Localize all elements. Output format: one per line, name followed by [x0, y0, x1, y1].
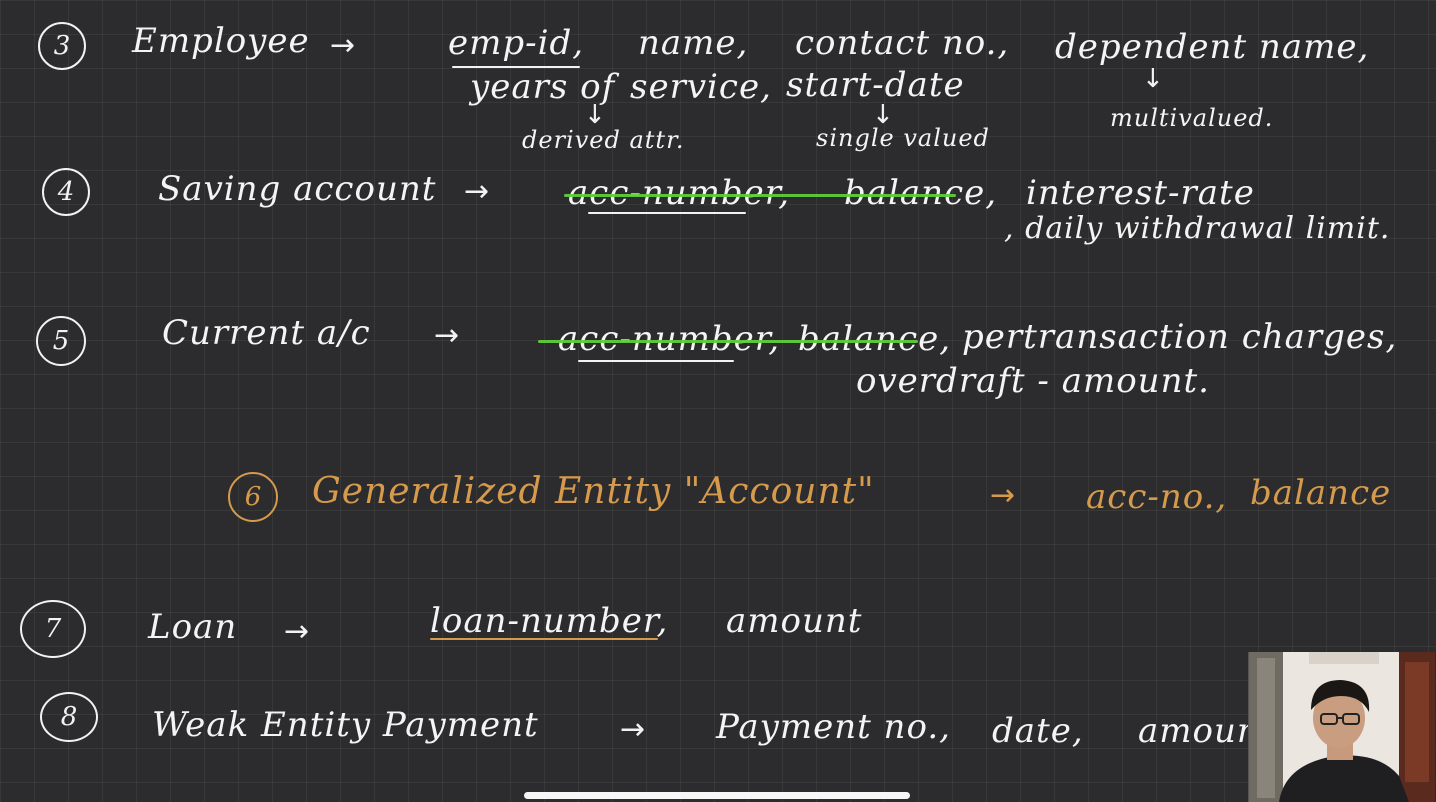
attr-name: name, [638, 23, 749, 63]
attr-contact-no: contact no., [795, 23, 1010, 63]
attr-acc-number: acc-number, [568, 173, 791, 213]
green-strikethrough [564, 194, 956, 197]
note-single-valued: single valued [816, 124, 990, 152]
horizontal-scrollbar[interactable] [524, 792, 910, 799]
attr-date: date, [992, 711, 1084, 751]
attr-dependent-name: dependent name, [1055, 27, 1370, 67]
entity-current-account-label: Current a/c [162, 313, 371, 353]
arrow-icon: → [330, 28, 356, 63]
primary-key-underline [430, 638, 658, 640]
attr-years-of: years of [470, 67, 616, 107]
down-arrow-icon: ↓ [1142, 64, 1164, 94]
presenter-video-frame [1249, 652, 1435, 802]
item-number-6: 6 [228, 472, 278, 522]
entity-employee-label: Employee [132, 21, 310, 61]
item-number-5: 5 [36, 316, 86, 366]
arrow-icon: → [464, 174, 490, 209]
attr-balance: balance [1250, 473, 1392, 513]
attr-overdraft-amount: overdraft - amount. [856, 361, 1210, 401]
attr-emp-id: emp-id, [448, 23, 585, 63]
weak-entity-payment-label: Weak Entity Payment [152, 705, 539, 745]
attr-amount: amount [726, 601, 863, 641]
whiteboard-canvas: 3 Employee → emp-id, name, contact no., … [0, 0, 1436, 802]
attr-payment-no: Payment no., [716, 707, 951, 747]
attr-loan-number: loan-number, [430, 601, 669, 641]
item-number-text: 8 [60, 702, 78, 732]
attr-service: service, [630, 67, 772, 107]
item-number-text: 7 [44, 614, 62, 644]
item-number-7: 7 [20, 600, 86, 658]
item-number-text: 6 [244, 482, 262, 512]
attr-daily-withdrawal-limit: , daily withdrawal limit. [1004, 211, 1391, 246]
arrow-icon: → [620, 712, 646, 747]
arrow-icon: → [434, 318, 460, 353]
item-number-text: 5 [52, 326, 70, 356]
item-number-4: 4 [42, 168, 90, 216]
webcam-video-overlay [1248, 652, 1435, 802]
attr-acc-number: acc-number, [558, 319, 781, 359]
attr-balance: balance, [844, 173, 998, 213]
note-multivalued: multivalued. [1110, 104, 1274, 132]
item-number-text: 4 [57, 177, 75, 207]
primary-key-underline [588, 212, 746, 214]
generalized-entity-account-label: Generalized Entity "Account" [312, 471, 875, 512]
attr-amount: amoun [1138, 711, 1260, 751]
arrow-icon: → [990, 478, 1016, 513]
item-number-3: 3 [38, 22, 86, 70]
attr-balance: balance, [798, 319, 952, 359]
primary-key-underline [578, 360, 734, 362]
attr-start-date: start-date [786, 65, 965, 105]
arrow-icon: → [284, 614, 310, 649]
attr-acc-no: acc-no., [1086, 477, 1228, 517]
item-number-text: 3 [53, 31, 71, 61]
entity-loan-label: Loan [148, 607, 238, 647]
note-derived-attribute: derived attr. [522, 126, 685, 154]
item-number-8: 8 [40, 692, 98, 742]
attr-pertransaction-charges: pertransaction charges, [962, 317, 1398, 357]
green-strikethrough [538, 340, 918, 343]
attr-interest-rate: interest-rate [1026, 173, 1255, 213]
entity-saving-account-label: Saving account [158, 169, 437, 209]
